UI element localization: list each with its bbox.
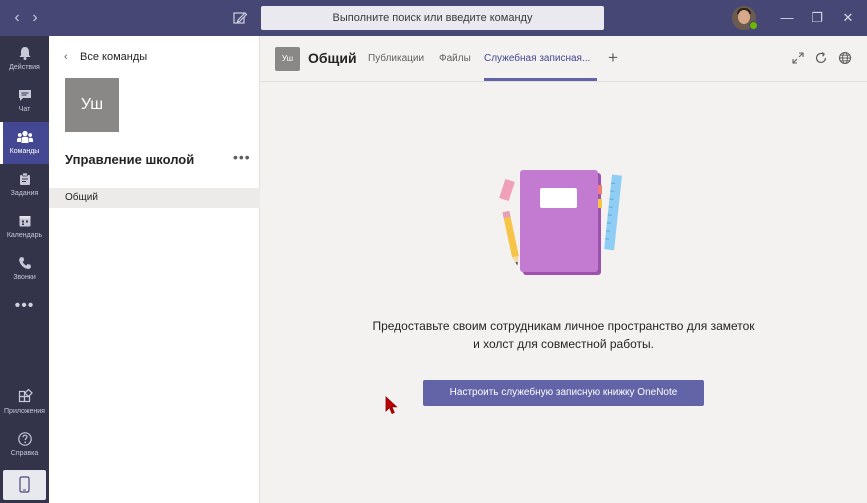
chat-icon [18,90,31,101]
rail-item-calls[interactable]: Звонки [0,248,49,290]
bell-icon [19,47,30,60]
empty-state-message: Предоставьте своим сотрудникам личное пр… [300,317,827,353]
rail-item-help[interactable]: Справка [0,424,49,466]
compose-icon[interactable] [230,8,250,28]
chevron-left-icon: ‹ [64,51,68,63]
rail-item-teams[interactable]: Команды [0,122,49,164]
close-button[interactable]: ✕ [839,9,857,27]
rail-item-label: Календарь [6,232,43,239]
forward-arrow-icon[interactable]: › [26,9,44,27]
channel-avatar: Уш [275,47,300,71]
channel-header: Уш Общий Публикации Файлы Служебная запи… [261,36,867,82]
empty-state-line-2: и холст для совместной работы. [473,337,654,351]
rail-item-label: Задания [10,190,39,197]
rail-item-label: Команды [9,148,40,155]
notebook-illustration [496,163,628,278]
app-rail: Действия Чат Команды Задания Календарь З… [0,36,49,503]
download-mobile-button[interactable] [3,470,46,500]
rail-item-apps[interactable]: Приложения [0,382,49,424]
team-more-options-icon[interactable]: ••• [233,149,251,165]
rail-item-assignments[interactable]: Задания [0,164,49,206]
team-avatar: Уш [65,78,119,132]
back-arrow-icon[interactable]: ‹ [8,9,26,27]
title-bar: ‹ › Выполните поиск или введите команду … [0,0,867,36]
empty-state-line-1: Предоставьте своим сотрудникам личное пр… [372,319,755,333]
rail-item-label: Действия [9,64,40,71]
all-teams-link[interactable]: ‹ Все команды [64,51,147,63]
rail-item-label: Справка [10,450,39,457]
active-tab-indicator [484,78,597,81]
rail-item-label: Звонки [13,274,36,281]
tab-class-notebook[interactable]: Служебная записная... [484,53,590,64]
globe-icon[interactable] [838,51,852,65]
teams-panel: ‹ Все команды Уш Управление школой ••• Об… [49,36,260,503]
all-teams-label: Все команды [80,51,148,63]
mouse-cursor-icon [385,396,399,416]
phone-device-icon [19,476,30,493]
channel-title: Общий [308,50,357,66]
setup-notebook-button[interactable]: Настроить служебную записную книжку OneN… [423,380,704,406]
team-name: Управление школой [65,152,195,167]
search-input[interactable]: Выполните поиск или введите команду [261,6,604,30]
add-tab-icon[interactable]: + [608,48,618,68]
restore-button[interactable]: ❐ [808,9,826,27]
refresh-icon[interactable] [814,51,828,65]
presence-available-icon [749,21,758,30]
expand-icon[interactable] [791,51,805,65]
rail-item-activity[interactable]: Действия [0,38,49,80]
help-icon [17,432,32,446]
rail-item-calendar[interactable]: Календарь [0,206,49,248]
apps-icon [18,389,33,403]
tab-files[interactable]: Файлы [439,53,471,64]
channel-item[interactable]: Общий [49,188,260,208]
assignments-icon [19,172,30,185]
teams-icon [16,130,33,143]
rail-item-label: Чат [18,106,31,113]
rail-item-label: Приложения [4,408,45,415]
calendar-icon [19,216,30,227]
more-apps-icon[interactable]: ••• [0,298,49,314]
tab-posts[interactable]: Публикации [368,53,424,64]
minimize-button[interactable]: — [778,9,796,27]
phone-icon [18,257,31,269]
rail-item-chat[interactable]: Чат [0,80,49,122]
